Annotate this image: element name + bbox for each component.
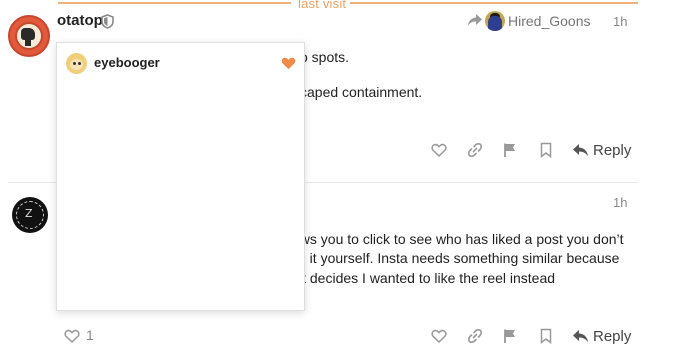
- likes-popup: eyebooger: [56, 42, 305, 311]
- like-count[interactable]: 1: [86, 327, 94, 343]
- like-heart-icon[interactable]: [64, 328, 80, 344]
- reply-to-username[interactable]: Hired_Goons: [508, 13, 591, 29]
- last-visit-line-left: [58, 2, 291, 4]
- post-text-line: o spots.: [300, 49, 350, 65]
- flag-icon[interactable]: [502, 328, 518, 344]
- post-username[interactable]: otatop: [57, 12, 103, 29]
- bookmark-icon[interactable]: [538, 328, 554, 344]
- post-timestamp[interactable]: 1h: [613, 14, 627, 29]
- reply-label: Reply: [593, 142, 632, 159]
- heart-icon: [281, 57, 296, 70]
- bookmark-icon[interactable]: [538, 142, 554, 158]
- last-visit-line-right: [350, 2, 638, 4]
- like-heart-icon[interactable]: [431, 328, 447, 344]
- like-heart-icon[interactable]: [431, 142, 447, 158]
- reply-label: Reply: [593, 328, 632, 345]
- liker-username[interactable]: eyebooger: [94, 55, 160, 70]
- shield-icon: [101, 14, 114, 29]
- reply-to-avatar[interactable]: [485, 11, 505, 31]
- post-timestamp[interactable]: 1h: [613, 195, 627, 210]
- reply-button[interactable]: Reply: [572, 327, 632, 347]
- flag-icon[interactable]: [502, 142, 518, 158]
- post-text-line: caped containment.: [300, 84, 423, 100]
- post-text-line: g it yourself. Insta needs something sim…: [298, 250, 620, 266]
- avatar[interactable]: Z: [12, 197, 48, 233]
- reply-icon: [573, 144, 588, 157]
- link-icon[interactable]: [467, 328, 483, 344]
- reply-to-arrow-icon: [468, 14, 482, 26]
- reply-button[interactable]: Reply: [572, 141, 632, 161]
- liker-avatar[interactable]: [66, 53, 87, 74]
- avatar[interactable]: [8, 15, 50, 57]
- last-visit-label: last visit: [298, 0, 347, 11]
- post-text-line: it decides I wanted to like the reel ins…: [299, 270, 556, 286]
- post-text-line: ows you to click to see who has liked a …: [292, 231, 624, 247]
- link-icon[interactable]: [467, 142, 483, 158]
- reply-icon: [573, 330, 588, 343]
